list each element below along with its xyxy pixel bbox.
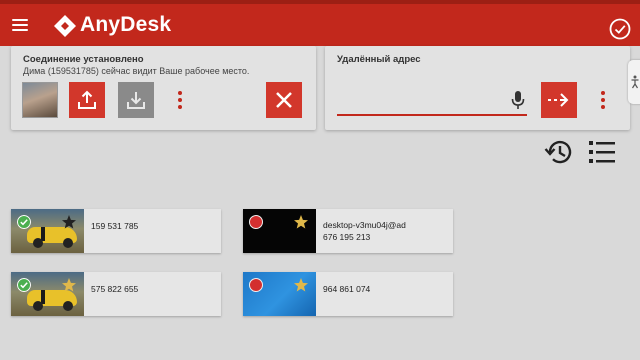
microphone-icon[interactable] bbox=[511, 90, 525, 110]
download-button[interactable] bbox=[118, 82, 154, 118]
upload-icon bbox=[78, 90, 96, 109]
close-session-button[interactable] bbox=[266, 82, 302, 118]
online-status-icon bbox=[17, 215, 31, 229]
close-icon bbox=[276, 92, 292, 108]
check-circle-icon[interactable] bbox=[609, 18, 631, 40]
anydesk-logo-icon bbox=[54, 15, 76, 37]
arrow-right-icon bbox=[548, 93, 569, 107]
recent-session-tile[interactable]: desktop-v3mu04j@ad 676 195 213 bbox=[243, 209, 453, 253]
app-title: AnyDesk bbox=[80, 13, 172, 36]
session-card: Соединение установлено Дима (159531785) … bbox=[11, 46, 316, 130]
address-id: 159 531 785 bbox=[91, 221, 139, 231]
more-icon[interactable] bbox=[177, 90, 183, 110]
recent-session-tile[interactable]: 159 531 785 bbox=[11, 209, 221, 253]
upload-button[interactable] bbox=[69, 82, 105, 118]
list-view-icon[interactable] bbox=[588, 139, 616, 165]
star-filled-icon[interactable] bbox=[61, 277, 77, 293]
accessibility-tab[interactable] bbox=[628, 60, 640, 104]
session-title: Соединение установлено bbox=[23, 54, 144, 65]
star-outline-icon[interactable] bbox=[61, 214, 77, 230]
recent-session-tile[interactable]: 575 822 655 bbox=[11, 272, 221, 316]
remote-address-title: Удалённый адрес bbox=[337, 54, 421, 65]
menu-icon[interactable] bbox=[10, 16, 30, 34]
offline-status-icon bbox=[249, 215, 263, 229]
address-id: 575 822 655 bbox=[91, 284, 139, 294]
remote-address-card: Удалённый адрес bbox=[325, 46, 630, 130]
remote-address-input[interactable] bbox=[337, 86, 527, 116]
address-id: 964 861 074 bbox=[323, 284, 371, 294]
alias-name: desktop-v3mu04j@ad bbox=[323, 220, 406, 230]
avatar bbox=[22, 82, 58, 118]
app-bar: AnyDesk bbox=[0, 4, 640, 46]
star-filled-icon[interactable] bbox=[293, 277, 309, 293]
online-status-icon bbox=[17, 278, 31, 292]
offline-status-icon bbox=[249, 278, 263, 292]
download-icon bbox=[127, 92, 145, 109]
more-icon[interactable] bbox=[600, 90, 606, 110]
connect-button[interactable] bbox=[541, 82, 577, 118]
star-filled-icon[interactable] bbox=[293, 214, 309, 230]
recent-session-tile[interactable]: 964 861 074 bbox=[243, 272, 453, 316]
address-id: 676 195 213 bbox=[323, 232, 371, 242]
history-icon[interactable] bbox=[544, 137, 574, 167]
accessibility-icon bbox=[631, 75, 639, 89]
session-subtitle: Дима (159531785) сейчас видит Ваше рабоч… bbox=[23, 66, 250, 76]
